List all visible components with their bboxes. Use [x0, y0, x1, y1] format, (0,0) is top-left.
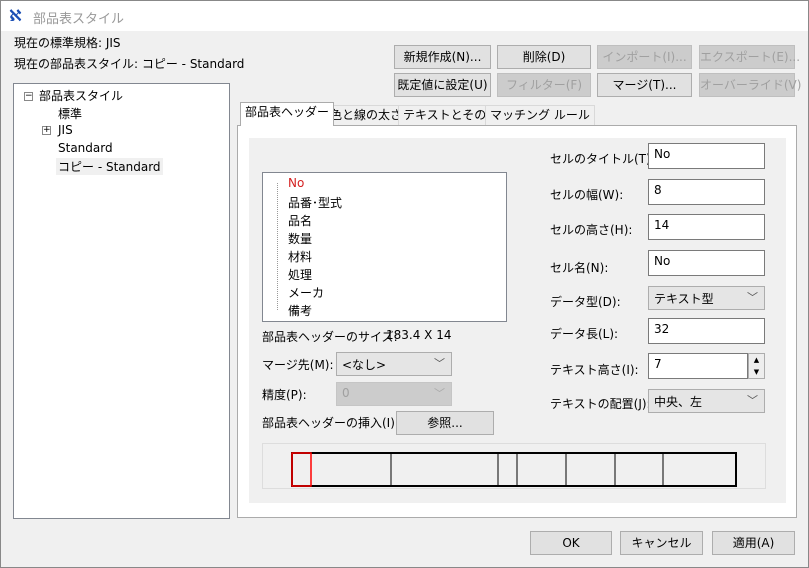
list-item[interactable]: 数量: [288, 230, 312, 247]
size-label: 部品表ヘッダーのサイズ:: [262, 330, 398, 344]
list-item[interactable]: 品番･型式: [288, 194, 342, 211]
title-bar: ℵ 部品表スタイル: [0, 0, 809, 31]
delete-button[interactable]: 削除(D): [497, 45, 591, 69]
preview-svg: [291, 452, 737, 487]
list-item[interactable]: No: [288, 176, 304, 190]
down-arrow-icon[interactable]: ▼: [749, 366, 764, 378]
list-item[interactable]: 材料: [288, 248, 312, 265]
current-style: 現在の部品表スタイル: コピー - Standard: [14, 57, 245, 71]
merge-button[interactable]: マージ(T)...: [597, 73, 692, 97]
import-button[interactable]: インポート(I)...: [597, 45, 692, 69]
cell-height-label: セルの高さ(H):: [550, 223, 633, 237]
cell-name-input[interactable]: No: [648, 250, 765, 276]
cell-width-label: セルの幅(W):: [550, 188, 624, 202]
text-align-label: テキストの配置(J):: [550, 397, 651, 411]
precision-label: 精度(P):: [262, 388, 307, 402]
chevron-down-icon: ﹀: [434, 387, 445, 400]
cell-name-label: セル名(N):: [550, 261, 609, 275]
window-title: 部品表スタイル: [33, 12, 125, 27]
tree-item[interactable]: 標準: [58, 105, 82, 122]
header-preview: [262, 443, 766, 489]
current-standard: 現在の標準規格: JIS: [14, 36, 121, 50]
text-height-label: テキスト高さ(I):: [550, 363, 639, 377]
chevron-down-icon: ﹀: [747, 291, 758, 304]
apply-button[interactable]: 適用(A): [712, 531, 795, 555]
cell-height-input[interactable]: 14: [648, 214, 765, 240]
insert-label: 部品表ヘッダーの挿入(I):: [262, 416, 399, 430]
merge-to-value: <なし>: [342, 358, 387, 372]
cell-title-label: セルのタイトル(T):: [550, 152, 655, 166]
tree-item[interactable]: Standard: [58, 141, 113, 155]
app-logo-icon: ℵ: [9, 6, 22, 25]
filter-button[interactable]: フィルター(F): [497, 73, 591, 97]
merge-to-select[interactable]: <なし> ﹀: [336, 352, 452, 376]
precision-select[interactable]: 0 ﹀: [336, 382, 452, 406]
size-value: 183.4 X 14: [386, 328, 452, 342]
chevron-down-icon: ﹀: [747, 394, 758, 407]
preview-frame: [291, 452, 737, 487]
list-item[interactable]: 備考: [288, 302, 312, 319]
list-item[interactable]: 品名: [288, 212, 312, 229]
tab-matching-rules[interactable]: マッチング ルール: [485, 105, 595, 126]
chevron-down-icon: ﹀: [434, 357, 445, 370]
collapse-icon[interactable]: −: [24, 92, 33, 101]
data-type-label: データ型(D):: [550, 295, 621, 309]
browse-button[interactable]: 参照...: [396, 411, 494, 435]
export-button[interactable]: エクスポート(E)...: [699, 45, 800, 69]
precision-value: 0: [342, 386, 350, 400]
data-length-input[interactable]: 32: [648, 318, 765, 344]
data-type-select[interactable]: テキスト型 ﹀: [648, 286, 765, 310]
tab-color-lineweight[interactable]: 色と線の太さ: [325, 105, 408, 126]
text-height-stepper[interactable]: ▲ ▼: [748, 353, 765, 379]
merge-to-label: マージ先(M):: [262, 358, 334, 372]
cell-width-input[interactable]: 8: [648, 179, 765, 205]
tab-bom-header[interactable]: 部品表ヘッダー: [240, 102, 335, 126]
list-item[interactable]: 処理: [288, 266, 312, 283]
style-tree[interactable]: − 部品表スタイル 標準 + JIS Standard コピー - Standa…: [13, 83, 230, 519]
data-length-label: データ長(L):: [550, 327, 619, 341]
expand-icon[interactable]: +: [42, 126, 51, 135]
up-arrow-icon[interactable]: ▲: [749, 354, 764, 366]
cell-title-input[interactable]: No: [648, 143, 765, 169]
cancel-button[interactable]: キャンセル: [620, 531, 703, 555]
text-align-select[interactable]: 中央、左 ﹀: [648, 389, 765, 413]
ok-button[interactable]: OK: [530, 531, 612, 555]
list-item[interactable]: メーカ: [288, 284, 324, 301]
tree-root[interactable]: 部品表スタイル: [39, 87, 123, 104]
text-height-input[interactable]: 7: [648, 353, 748, 379]
header-list[interactable]: No 品番･型式 品名 数量 材料 処理 メーカ 備考: [262, 172, 507, 322]
tree-item-selected[interactable]: コピー - Standard: [56, 158, 163, 175]
set-default-button[interactable]: 既定値に設定(U): [394, 73, 491, 97]
new-button[interactable]: 新規作成(N)...: [394, 45, 491, 69]
text-align-value: 中央、左: [654, 395, 703, 409]
override-button[interactable]: オーバーライド(V): [699, 73, 801, 97]
tree-item[interactable]: JIS: [58, 123, 73, 137]
data-type-value: テキスト型: [654, 292, 714, 306]
